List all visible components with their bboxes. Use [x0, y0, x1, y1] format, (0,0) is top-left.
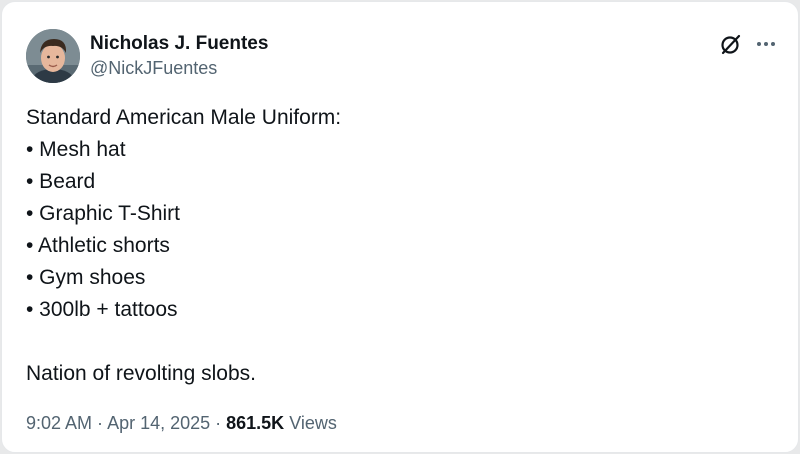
list-item: • 300lb + tattoos: [26, 298, 178, 321]
views-label: Views: [284, 413, 337, 433]
tweet-meta: 9:02 AM · Apr 14, 2025 · 861.5K Views: [26, 410, 337, 436]
tweet-header: Nicholas J. Fuentes @NickJFuentes: [26, 28, 268, 84]
list-item: • Graphic T-Shirt: [26, 202, 181, 225]
more-options-icon[interactable]: [754, 32, 778, 56]
list-item: • Gym shoes: [26, 266, 146, 289]
tweet-heading: Standard American Male Uniform:: [26, 106, 342, 129]
author-names: Nicholas J. Fuentes @NickJFuentes: [90, 32, 268, 80]
author-handle[interactable]: @NickJFuentes: [90, 56, 268, 80]
grok-icon[interactable]: [719, 32, 743, 56]
tweet-card: Nicholas J. Fuentes @NickJFuentes Standa…: [1, 1, 799, 453]
tweet-closing: Nation of revolting slobs.: [26, 362, 256, 385]
tweet-text: Standard American Male Uniform: • Mesh h…: [26, 102, 766, 390]
tweet-time[interactable]: 9:02 AM: [26, 413, 92, 433]
list-item: • Mesh hat: [26, 138, 126, 161]
list-item: • Athletic shorts: [26, 234, 170, 257]
tweet-date[interactable]: Apr 14, 2025: [107, 413, 210, 433]
views-count[interactable]: 861.5K: [226, 413, 284, 433]
avatar[interactable]: [26, 29, 80, 83]
meta-separator: ·: [210, 413, 227, 433]
author-display-name[interactable]: Nicholas J. Fuentes: [90, 32, 268, 56]
meta-separator: ·: [92, 413, 108, 433]
avatar-image: [26, 29, 80, 83]
list-item: • Beard: [26, 170, 96, 193]
